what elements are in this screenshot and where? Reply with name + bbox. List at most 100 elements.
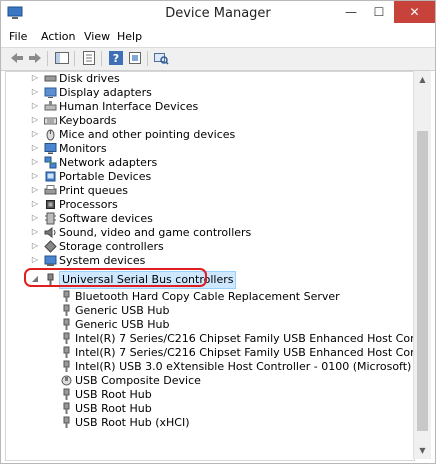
usb-device-label: Intel(R) USB 3.0 eXtensible Host Control… xyxy=(75,360,412,373)
svg-text:?: ? xyxy=(113,52,119,65)
expand-arrow-icon[interactable]: ▷ xyxy=(30,255,40,264)
expand-arrow-icon[interactable]: ▷ xyxy=(30,157,40,166)
expand-arrow-icon[interactable]: ▷ xyxy=(30,129,40,138)
usb-device-item[interactable]: USB Root Hub xyxy=(6,402,406,416)
minimize-button[interactable]: — xyxy=(337,1,365,23)
tree-item-label: Display adapters xyxy=(59,86,152,99)
back-icon[interactable] xyxy=(9,50,25,66)
keyboard-icon xyxy=(44,117,57,125)
monitor-icon xyxy=(44,143,57,154)
usb-device-item[interactable]: Intel(R) 7 Series/C216 Chipset Family US… xyxy=(6,332,414,346)
hid-icon xyxy=(44,101,57,111)
maximize-button[interactable]: ☐ xyxy=(365,1,393,23)
processor-icon xyxy=(46,200,55,209)
usb-device-icon xyxy=(63,402,70,414)
tree-item-label: Human Interface Devices xyxy=(59,100,199,113)
scroll-thumb[interactable] xyxy=(417,131,428,431)
usb-device-item[interactable]: Generic USB Hub xyxy=(6,304,406,318)
usb-device-label: Generic USB Hub xyxy=(75,304,170,317)
usb-device-label: Bluetooth Hard Copy Cable Replacement Se… xyxy=(75,290,340,303)
usb-device-icon xyxy=(63,360,70,372)
tree-item-processors[interactable]: ▷ Processors xyxy=(6,198,406,212)
tree-item-human-interface-devices[interactable]: ▷ Human Interface Devices xyxy=(6,100,406,114)
usb-device-icon xyxy=(63,318,70,330)
expand-arrow-icon[interactable]: ▷ xyxy=(30,213,40,222)
system-device-icon xyxy=(44,255,57,266)
usb-device-item[interactable]: USB Root Hub (xHCI) xyxy=(6,416,406,430)
close-button[interactable]: ✕ xyxy=(394,1,435,23)
expand-arrow-icon[interactable]: ▷ xyxy=(30,241,40,250)
tree-item-label: Monitors xyxy=(59,142,107,155)
usb-device-label: Generic USB Hub xyxy=(75,318,170,331)
usb-device-item[interactable]: Intel(R) USB 3.0 eXtensible Host Control… xyxy=(6,360,411,374)
tree-item-label: Sound, video and game controllers xyxy=(59,226,252,239)
tree-item-label: Software devices xyxy=(59,212,153,225)
toolbar: ? xyxy=(1,47,435,71)
tree-item-display-adapters[interactable]: ▷ Display adapters xyxy=(6,86,406,100)
tree-item-keyboards[interactable]: ▷ Keyboards xyxy=(6,114,406,128)
tree-item-label: Keyboards xyxy=(59,114,117,127)
device-tree[interactable]: ▷ Disk drives ▷ Display adapters ▷ Human… xyxy=(5,71,415,461)
forward-icon[interactable] xyxy=(27,50,43,66)
vertical-scrollbar[interactable]: ▲ ▼ xyxy=(413,71,431,459)
sound-icon xyxy=(44,227,56,238)
expand-arrow-icon[interactable]: ▷ xyxy=(30,115,40,124)
expand-arrow-icon[interactable]: ▷ xyxy=(30,87,40,96)
tree-item-disk-drives[interactable]: ▷ Disk drives xyxy=(6,72,406,86)
usb-composite-device-icon xyxy=(61,375,72,386)
tree-item-print-queues[interactable]: ▷ Print queues xyxy=(6,184,406,198)
help-icon[interactable]: ? xyxy=(108,50,124,66)
tree-item-label: Print queues xyxy=(59,184,128,197)
expand-arrow-icon[interactable]: ▷ xyxy=(30,143,40,152)
network-adapter-icon xyxy=(44,156,57,169)
tree-item-label: Disk drives xyxy=(59,72,120,85)
tree-item-label: Network adapters xyxy=(59,156,158,169)
usb-device-icon xyxy=(63,416,70,428)
menu-action[interactable]: Action xyxy=(41,30,75,43)
printer-icon xyxy=(44,185,57,195)
tree-item-system-devices[interactable]: ▷ System devices xyxy=(6,254,406,268)
software-device-icon xyxy=(45,212,56,225)
usb-device-item[interactable]: Intel(R) 7 Series/C216 Chipset Family US… xyxy=(6,346,414,360)
tree-item-monitors[interactable]: ▷ Monitors xyxy=(6,142,406,156)
expand-arrow-icon[interactable]: ▷ xyxy=(30,185,40,194)
usb-device-item[interactable]: USB Composite Device xyxy=(6,374,406,388)
tree-item-label: Mice and other pointing devices xyxy=(59,128,236,141)
tree-item-sound-video-game[interactable]: ▷ Sound, video and game controllers xyxy=(6,226,406,240)
toolbar-separator xyxy=(47,51,48,66)
tree-item-portable-devices[interactable]: ▷ Portable Devices xyxy=(6,170,406,184)
tree-item-network-adapters[interactable]: ▷ Network adapters xyxy=(6,156,406,170)
menu-view[interactable]: View xyxy=(84,30,110,43)
toolbar-separator xyxy=(74,51,75,66)
menu-file[interactable]: File xyxy=(9,30,27,43)
menu-help[interactable]: Help xyxy=(117,30,142,43)
device-properties-icon[interactable] xyxy=(127,50,143,66)
tree-item-storage-controllers[interactable]: ▷ Storage controllers xyxy=(6,240,406,254)
tree-item-software-devices[interactable]: ▷ Software devices xyxy=(6,212,406,226)
usb-device-label: USB Root Hub xyxy=(75,402,152,415)
show-hide-console-tree-icon[interactable] xyxy=(54,50,70,66)
device-manager-window: Device Manager — ☐ ✕ File Action View He… xyxy=(0,0,436,464)
expand-arrow-icon[interactable]: ▷ xyxy=(30,101,40,110)
scan-hardware-icon[interactable] xyxy=(153,50,169,66)
usb-device-item[interactable]: Generic USB Hub xyxy=(6,318,406,332)
expand-arrow-icon[interactable]: ▷ xyxy=(30,73,40,82)
tree-item-mice[interactable]: ▷ Mice and other pointing devices xyxy=(6,128,406,142)
scroll-up-arrow-icon[interactable]: ▲ xyxy=(414,71,431,88)
usb-device-label: USB Composite Device xyxy=(75,374,201,387)
tree-item-label: Storage controllers xyxy=(59,240,164,253)
toolbar-separator xyxy=(147,51,148,66)
scroll-down-arrow-icon[interactable]: ▼ xyxy=(414,442,431,459)
usb-device-item[interactable]: Bluetooth Hard Copy Cable Replacement Se… xyxy=(6,290,406,304)
expand-arrow-icon[interactable]: ▷ xyxy=(30,199,40,208)
usb-device-label: USB Root Hub xyxy=(75,388,152,401)
title-bar[interactable]: Device Manager — ☐ ✕ xyxy=(1,1,435,27)
expand-arrow-icon[interactable]: ▷ xyxy=(30,171,40,180)
portable-device-icon xyxy=(45,171,56,182)
expand-arrow-icon[interactable]: ▷ xyxy=(30,227,40,236)
usb-device-item[interactable]: USB Root Hub xyxy=(6,388,406,402)
properties-icon[interactable] xyxy=(81,50,97,66)
menu-bar: File Action View Help xyxy=(1,27,435,47)
tree-item-usb-controllers[interactable]: ◢ Universal Serial Bus controllers xyxy=(6,268,406,289)
usb-device-label: Intel(R) 7 Series/C216 Chipset Family US… xyxy=(75,346,414,359)
